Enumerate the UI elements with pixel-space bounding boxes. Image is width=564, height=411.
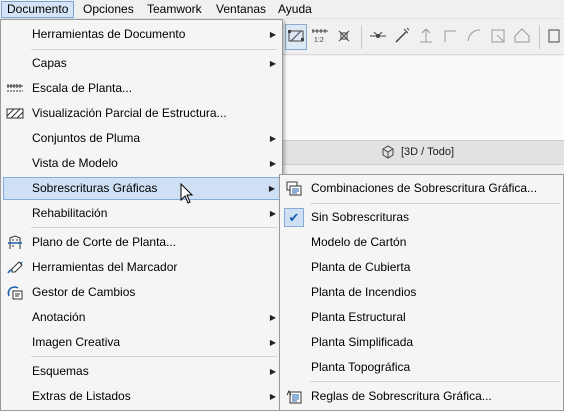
menu-item-label: Anotación: [32, 310, 86, 324]
menu-item-label: Gestor de Cambios: [32, 285, 136, 299]
menu-ventanas[interactable]: Ventanas: [211, 1, 271, 18]
menu-item-visualizacion-parcial[interactable]: Visualización Parcial de Estructura...: [3, 102, 280, 125]
submenu-item-planta-simplificada[interactable]: Planta Simplificada: [282, 331, 562, 354]
menu-opciones[interactable]: Opciones: [78, 1, 139, 18]
menu-item-label: Vista de Modelo: [32, 156, 118, 170]
menu-item-label: Plano de Corte de Planta...: [32, 235, 177, 249]
cut-plane-icon: [8, 235, 22, 249]
menu-item-label: Capas: [32, 56, 67, 70]
submenu-arrow-icon: ▶: [269, 209, 276, 218]
submenu-item-label: Combinaciones de Sobrescritura Gráfica..…: [311, 181, 538, 195]
menu-item-herramientas-marcador[interactable]: Herramientas del Marcador: [3, 256, 280, 279]
submenu-arrow-icon: ▶: [269, 134, 276, 143]
menu-item-plano-corte[interactable]: Plano de Corte de Planta...: [3, 231, 280, 254]
submenu-arrow-icon: ▶: [268, 184, 275, 193]
sobrescrituras-submenu: Combinaciones de Sobrescritura Gráfica..…: [279, 174, 564, 411]
menu-item-label: Imagen Creativa: [32, 335, 121, 349]
menu-item-vista-modelo[interactable]: Vista de Modelo ▶: [3, 152, 280, 175]
menu-item-label: Visualización Parcial de Estructura...: [32, 106, 227, 120]
submenu-arrow-icon: ▶: [269, 313, 276, 322]
submenu-item-reglas[interactable]: Reglas de Sobrescritura Gráfica...: [282, 385, 562, 408]
submenu-arrow-icon: ▶: [269, 367, 276, 376]
menu-item-label: Esquemas: [32, 364, 89, 378]
submenu-item-combinaciones[interactable]: Combinaciones de Sobrescritura Gráfica..…: [282, 177, 562, 200]
drawing-canvas[interactable]: [283, 56, 564, 140]
menu-item-esquemas[interactable]: Esquemas ▶: [3, 360, 280, 383]
roof-tool-icon[interactable]: [511, 24, 533, 50]
override-rules-icon: [286, 389, 302, 404]
menu-item-label: Rehabilitación: [32, 206, 108, 220]
submenu-arrow-icon: ▶: [269, 392, 276, 401]
menu-separator: [310, 381, 560, 382]
menu-item-conjuntos-pluma[interactable]: Conjuntos de Pluma ▶: [3, 127, 280, 150]
menu-separator: [31, 227, 277, 228]
menu-ayuda[interactable]: Ayuda: [273, 1, 317, 18]
menu-item-gestor-cambios[interactable]: Gestor de Cambios: [3, 281, 280, 304]
submenu-item-label: Planta de Incendios: [311, 285, 417, 299]
menu-item-capas[interactable]: Capas ▶: [3, 52, 280, 75]
corner-tool-icon[interactable]: [439, 24, 461, 50]
menu-item-label: Sobrescrituras Gráficas: [32, 181, 158, 195]
menu-item-label: Herramientas del Marcador: [32, 260, 178, 274]
menu-item-escala-planta[interactable]: Escala de Planta...: [3, 77, 280, 100]
change-manager-icon: [7, 286, 23, 300]
menu-item-extras-listados[interactable]: Extras de Listados ▶: [3, 385, 280, 408]
menu-item-rehabilitacion[interactable]: Rehabilitación ▶: [3, 202, 280, 225]
menu-separator: [31, 49, 277, 50]
submenu-item-planta-topografica[interactable]: Planta Topográfica: [282, 356, 562, 379]
menu-item-imagen-creativa[interactable]: Imagen Creativa ▶: [3, 331, 280, 354]
checkmark-icon: ✔: [284, 208, 304, 227]
submenu-item-label: Planta de Cubierta: [311, 260, 411, 274]
svg-text:1:2: 1:2: [314, 37, 324, 44]
menu-item-label: Herramientas de Documento: [32, 27, 186, 41]
submenu-arrow-icon: ▶: [269, 59, 276, 68]
scale-ruler-icon: [7, 84, 23, 92]
menu-separator: [310, 203, 560, 204]
elevate-tool-icon[interactable]: [415, 24, 437, 50]
override-combinations-icon: [286, 181, 302, 196]
submenu-item-planta-incendios[interactable]: Planta de Incendios: [282, 281, 562, 304]
menu-item-sobrescrituras-graficas[interactable]: Sobrescrituras Gráficas ▶: [3, 177, 280, 200]
menu-bar: Documento Opciones Teamwork Ventanas Ayu…: [0, 0, 564, 19]
submenu-item-label: Modelo de Cartón: [311, 235, 407, 249]
snap-tool-icon[interactable]: [333, 24, 355, 50]
menu-item-label: Escala de Planta...: [32, 81, 133, 95]
submenu-arrow-icon: ▶: [269, 30, 276, 39]
magic-wand-icon[interactable]: [391, 24, 413, 50]
submenu-item-sin-sobrescrituras[interactable]: ✔ Sin Sobrescrituras: [282, 206, 562, 229]
menu-item-herramientas-documento[interactable]: Herramientas de Documento ▶: [3, 23, 280, 46]
submenu-item-planta-estructural[interactable]: Planta Estructural: [282, 306, 562, 329]
menu-item-label: Extras de Listados: [32, 389, 131, 403]
menu-item-anotacion[interactable]: Anotación ▶: [3, 306, 280, 329]
submenu-item-label: Sin Sobrescrituras: [311, 210, 410, 224]
view-tab-bar: [3D / Todo]: [283, 140, 564, 165]
submenu-item-label: Planta Estructural: [311, 310, 406, 324]
view-tab-label[interactable]: [3D / Todo]: [401, 146, 454, 158]
submenu-item-planta-cubierta[interactable]: Planta de Cubierta: [282, 256, 562, 279]
submenu-item-label: Planta Simplificada: [311, 335, 414, 349]
trim-tool-icon[interactable]: [367, 24, 389, 50]
group-tool-icon[interactable]: [543, 24, 564, 50]
menu-documento[interactable]: Documento: [1, 1, 75, 18]
submenu-arrow-icon: ▶: [269, 338, 276, 347]
submenu-item-label: Reglas de Sobrescritura Gráfica...: [311, 389, 492, 403]
menu-item-label: Conjuntos de Pluma: [32, 131, 141, 145]
submenu-arrow-icon: ▶: [269, 159, 276, 168]
submenu-item-label: Planta Topográfica: [311, 360, 411, 374]
documento-menu: Herramientas de Documento ▶ Capas ▶ Esca…: [0, 19, 283, 411]
cube-icon: [382, 145, 394, 159]
app-toolbar: 1:2: [283, 19, 564, 55]
submenu-item-modelo-carton[interactable]: Modelo de Cartón: [282, 231, 562, 254]
offset-tool-icon[interactable]: [487, 24, 509, 50]
marker-pen-icon: [7, 261, 23, 274]
menu-teamwork[interactable]: Teamwork: [142, 1, 207, 18]
menu-separator: [31, 356, 277, 357]
mouse-cursor-icon: [180, 183, 194, 204]
curve-tool-icon[interactable]: [463, 24, 485, 50]
hatch-structure-icon: [6, 108, 24, 119]
layout-tool-icon[interactable]: [285, 24, 307, 50]
scale-tool-icon[interactable]: 1:2: [309, 24, 331, 50]
